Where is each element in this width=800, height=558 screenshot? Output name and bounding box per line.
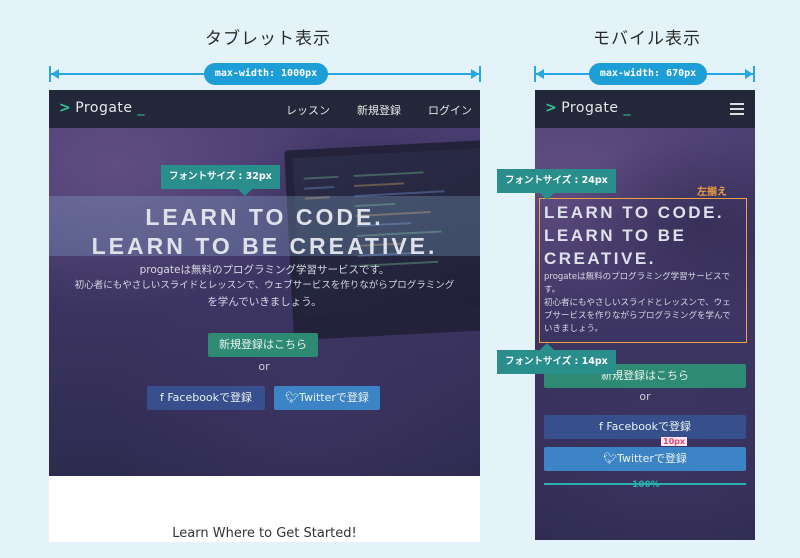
mobile-spacing-label: 10px (661, 437, 688, 446)
mobile-font-size-callout-bottom: フォントサイズ : 14px (497, 350, 616, 374)
mobile-twitter-label: Twitterで登録 (617, 452, 687, 465)
mobile-twitter-button[interactable]: 🐦︎Twitterで登録 (544, 447, 746, 471)
mobile-callout-pointer-bottom (540, 343, 554, 350)
mobile-logo[interactable]: > Progate _ (545, 100, 631, 116)
hamburger-menu-icon[interactable] (730, 103, 744, 115)
mobile-facebook-button[interactable]: f Facebookで登録 (544, 415, 746, 439)
logo-cursor-icon: _ (623, 100, 631, 116)
tablet-footer-text: Learn Where to Get Started! (172, 526, 357, 541)
logo-text: Progate (561, 100, 619, 116)
tablet-facebook-button[interactable]: f Facebookで登録 (147, 386, 265, 410)
mobile-or-text: or (639, 390, 651, 403)
tablet-subtext-3: を学んでいきましょう。 (207, 296, 322, 308)
mobile-left-align-label: 左揃え (697, 187, 727, 198)
tablet-callout-pointer (238, 189, 252, 196)
logo-text: Progate (75, 100, 133, 116)
twitter-bird-icon: 🐦︎ (285, 391, 300, 404)
mobile-text-align-box (539, 198, 747, 343)
mobile-navbar: > Progate _ (535, 90, 755, 128)
mobile-max-width-pill: max-width: 670px (589, 63, 707, 85)
tablet-font-size-callout: フォントサイズ : 32px (161, 165, 280, 189)
nav-link-lessons[interactable]: レッスン (286, 102, 330, 118)
mobile-heading: モバイル表示 (593, 29, 701, 49)
tablet-heading: タブレット表示 (205, 29, 331, 49)
tablet-subtext-1: progateは無料のプログラミング学習サービスです。 (139, 264, 390, 276)
logo-chevron-icon: > (545, 100, 558, 116)
tablet-frame: > Progate _ レッスン 新規登録 ログイン LEARN TO CODE.… (49, 90, 480, 542)
mobile-width-label: 100% (632, 480, 660, 490)
tablet-twitter-label: Twitterで登録 (299, 391, 369, 404)
tablet-headline-2: LEARN TO BE CREATIVE. (91, 233, 438, 259)
tablet-logo[interactable]: > Progate _ (59, 100, 145, 116)
tablet-headline-1: LEARN TO CODE. (145, 204, 384, 230)
tablet-max-width-pill: max-width: 1000px (204, 63, 328, 85)
tablet-subtext-2: 初心者にもやさしいスライドとレッスンで、ウェブサービスを作りながらプログラミング (74, 280, 455, 291)
twitter-bird-icon: 🐦︎ (603, 452, 618, 465)
mobile-font-size-callout-top: フォントサイズ : 24px (497, 169, 616, 193)
logo-chevron-icon: > (59, 100, 72, 116)
logo-cursor-icon: _ (137, 100, 145, 116)
nav-link-signup[interactable]: 新規登録 (357, 102, 401, 118)
tablet-twitter-button[interactable]: 🐦︎Twitterで登録 (274, 386, 380, 410)
tablet-or-text: or (258, 360, 270, 373)
nav-link-login[interactable]: ログイン (428, 102, 472, 118)
mobile-callout-pointer-top (540, 193, 554, 200)
tablet-navbar: > Progate _ レッスン 新規登録 ログイン (49, 90, 480, 128)
tablet-signup-button[interactable]: 新規登録はこちら (208, 333, 318, 357)
